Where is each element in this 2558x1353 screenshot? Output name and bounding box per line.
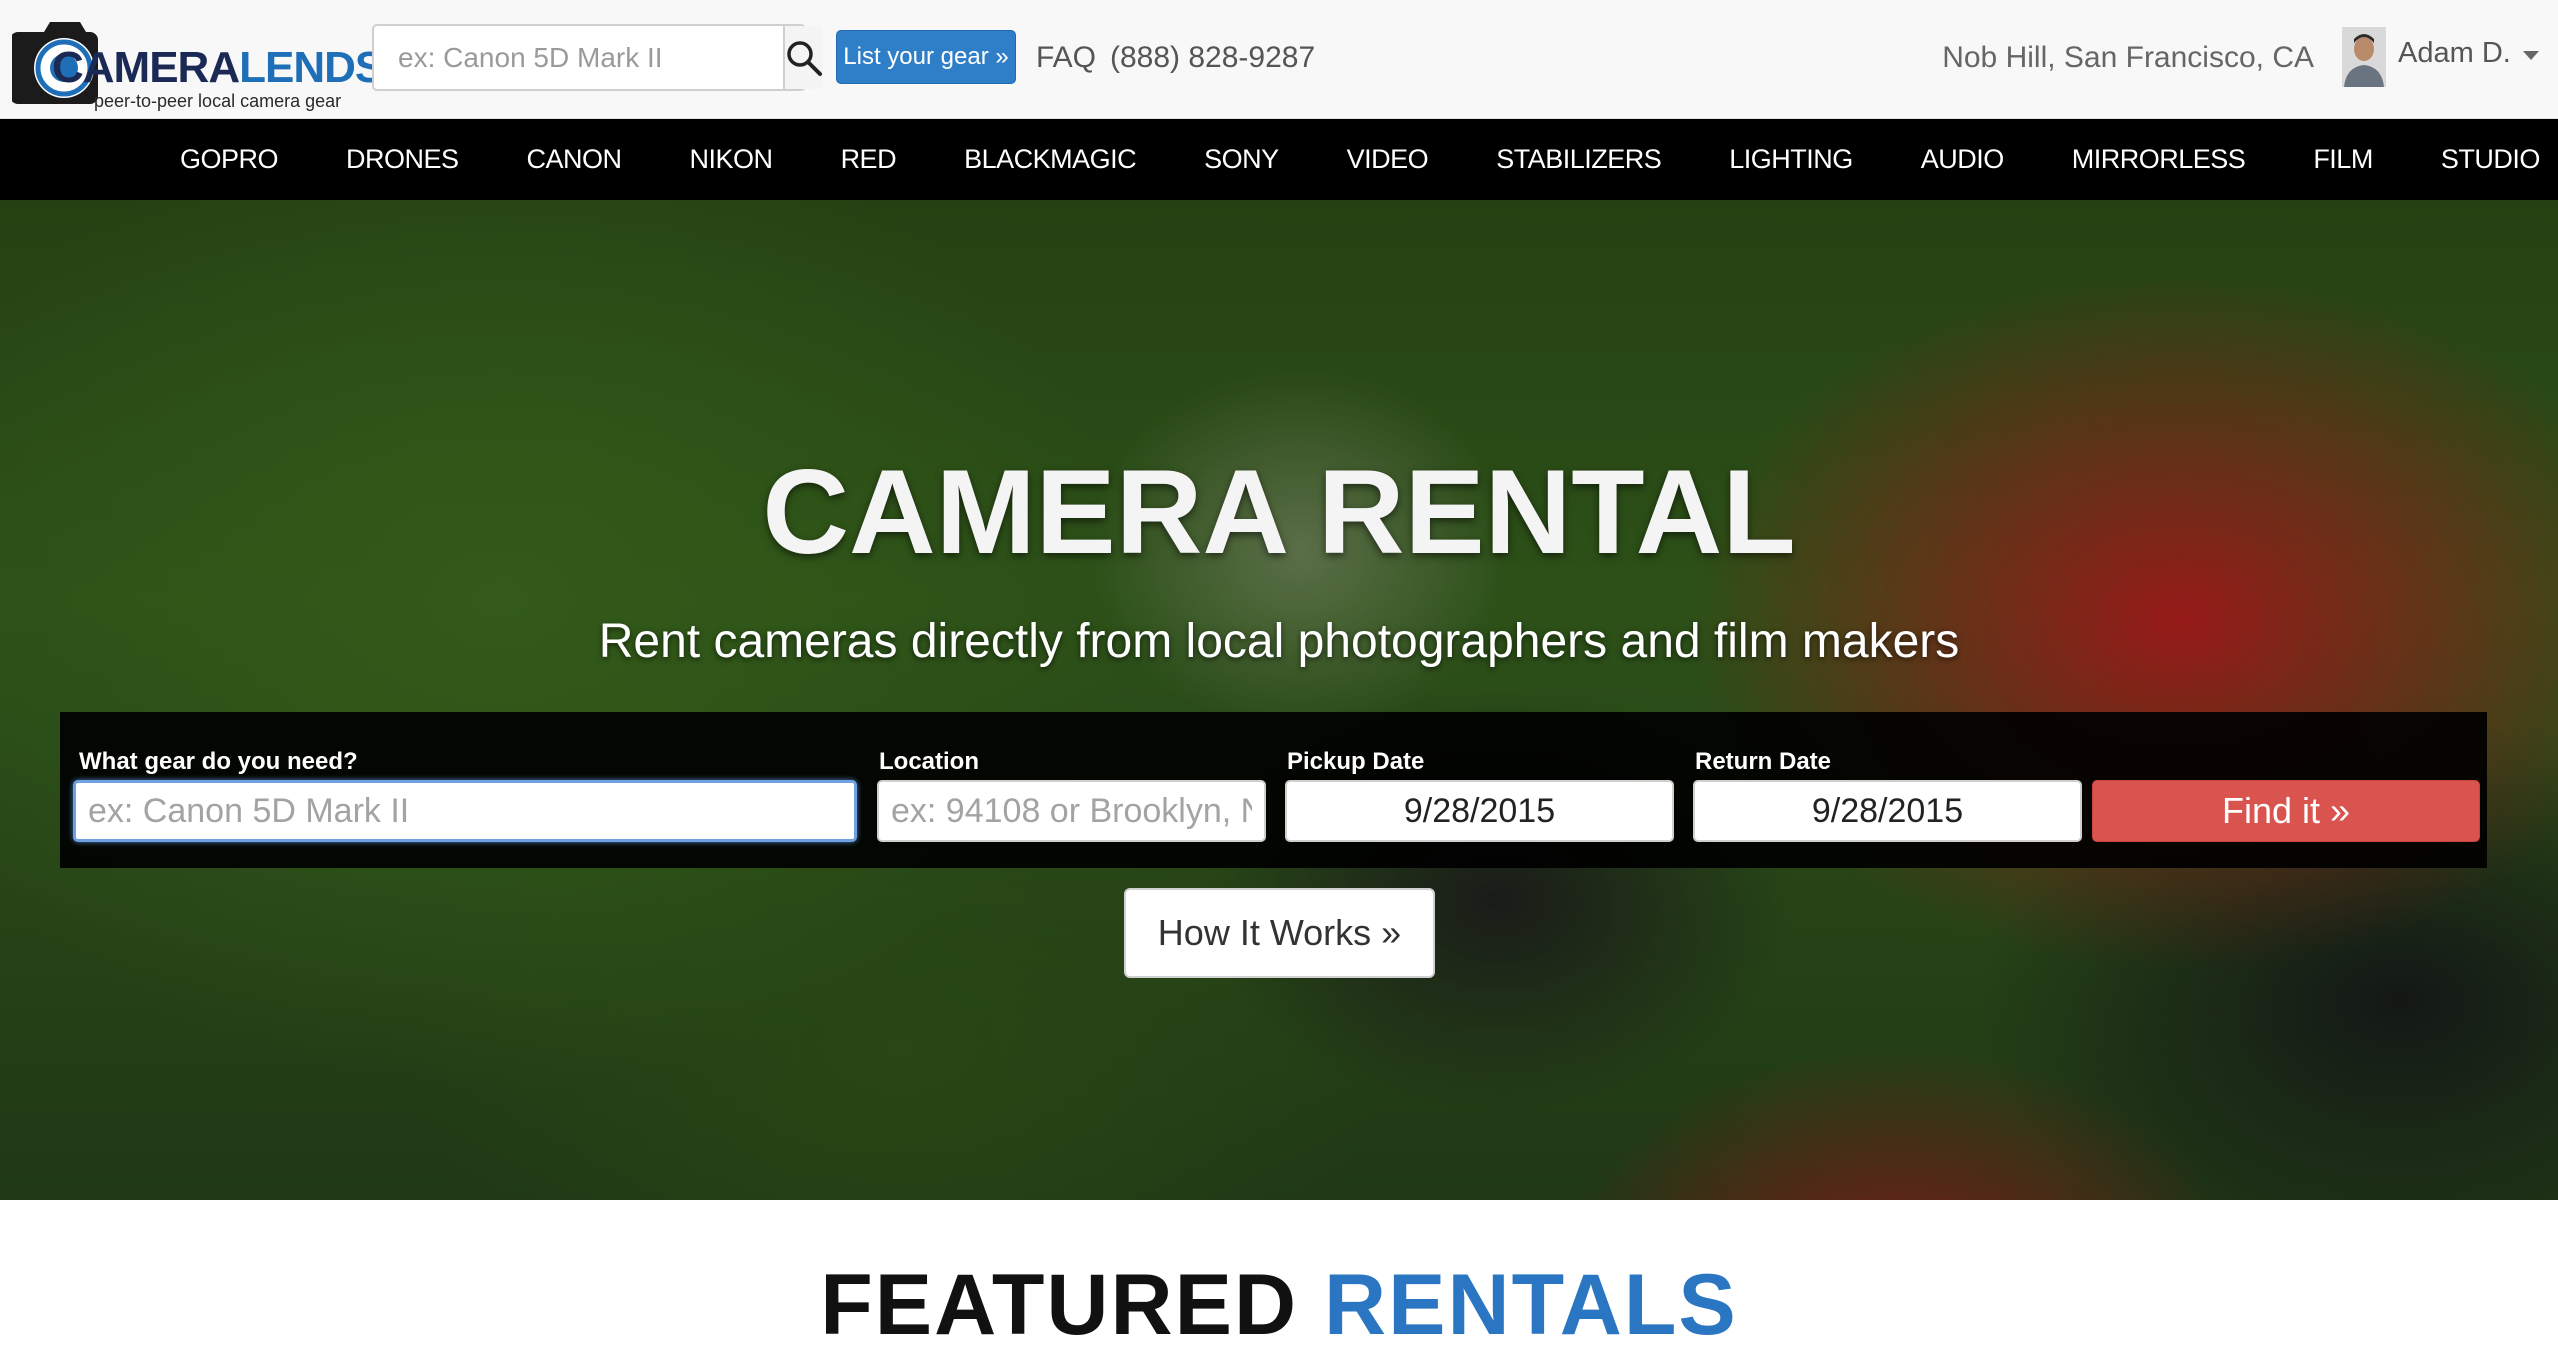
hero-subtitle: Rent cameras directly from local photogr… [598,615,1960,668]
rental-search-form: What gear do you need? Location Pickup D… [60,712,2487,868]
current-location[interactable]: Nob Hill, San Francisco, CA [1942,40,2314,76]
header-search [372,24,823,91]
category-film[interactable]: FILM [2279,119,2407,200]
category-nikon[interactable]: NIKON [656,119,807,200]
hero-title: CAMERA RENTAL [762,445,1796,579]
category-nav: GOPRO DRONES CANON NIKON RED BLACKMAGIC … [0,119,2558,200]
return-date-label: Return Date [1695,748,1832,775]
category-studio[interactable]: STUDIO [2407,119,2558,200]
chevron-down-icon [2522,50,2539,60]
category-red[interactable]: RED [807,119,931,200]
return-date-input[interactable] [1693,780,2082,842]
user-menu[interactable]: Adam D. [2342,26,2539,88]
gear-label: What gear do you need? [79,748,358,775]
location-label: Location [879,748,979,775]
user-photo-icon [2342,27,2386,87]
category-blackmagic[interactable]: BLACKMAGIC [930,119,1170,200]
gear-input[interactable] [73,780,857,842]
site-logo[interactable]: CAMERALENDS peer-to-peer local camera ge… [12,10,384,111]
category-audio[interactable]: AUDIO [1887,119,2038,200]
featured-rentals-heading: FEATURED RENTALS [820,1257,1738,1353]
search-icon [787,40,822,76]
header-search-input[interactable] [374,26,783,89]
category-video[interactable]: VIDEO [1313,119,1463,200]
logo-tagline: peer-to-peer local camera gear [94,91,342,111]
location-input[interactable] [877,780,1266,842]
avatar [2342,27,2386,87]
category-mirrorless[interactable]: MIRRORLESS [2038,119,2280,200]
category-drones[interactable]: DRONES [312,119,493,200]
header-search-button[interactable] [783,26,823,89]
category-lighting[interactable]: LIGHTING [1695,119,1887,200]
faq-link[interactable]: FAQ [1036,40,1096,76]
how-it-works-button[interactable]: How It Works » [1124,888,1435,978]
category-gopro[interactable]: GOPRO [146,119,312,200]
hero-banner: CAMERA RENTAL Rent cameras directly from… [0,200,2558,1200]
list-your-gear-button[interactable]: List your gear » [836,30,1016,84]
top-header: CAMERALENDS peer-to-peer local camera ge… [0,0,2558,119]
category-stabilizers[interactable]: STABILIZERS [1462,119,1695,200]
phone-number[interactable]: (888) 828-9287 [1110,40,1315,76]
user-name: Adam D. [2398,36,2511,69]
find-it-button[interactable]: Find it » [2092,780,2480,842]
category-sony[interactable]: SONY [1170,119,1313,200]
pickup-date-label: Pickup Date [1287,748,1425,775]
logo-brand: CAMERALENDS [52,43,384,92]
category-canon[interactable]: CANON [493,119,656,200]
pickup-date-input[interactable] [1285,780,1674,842]
